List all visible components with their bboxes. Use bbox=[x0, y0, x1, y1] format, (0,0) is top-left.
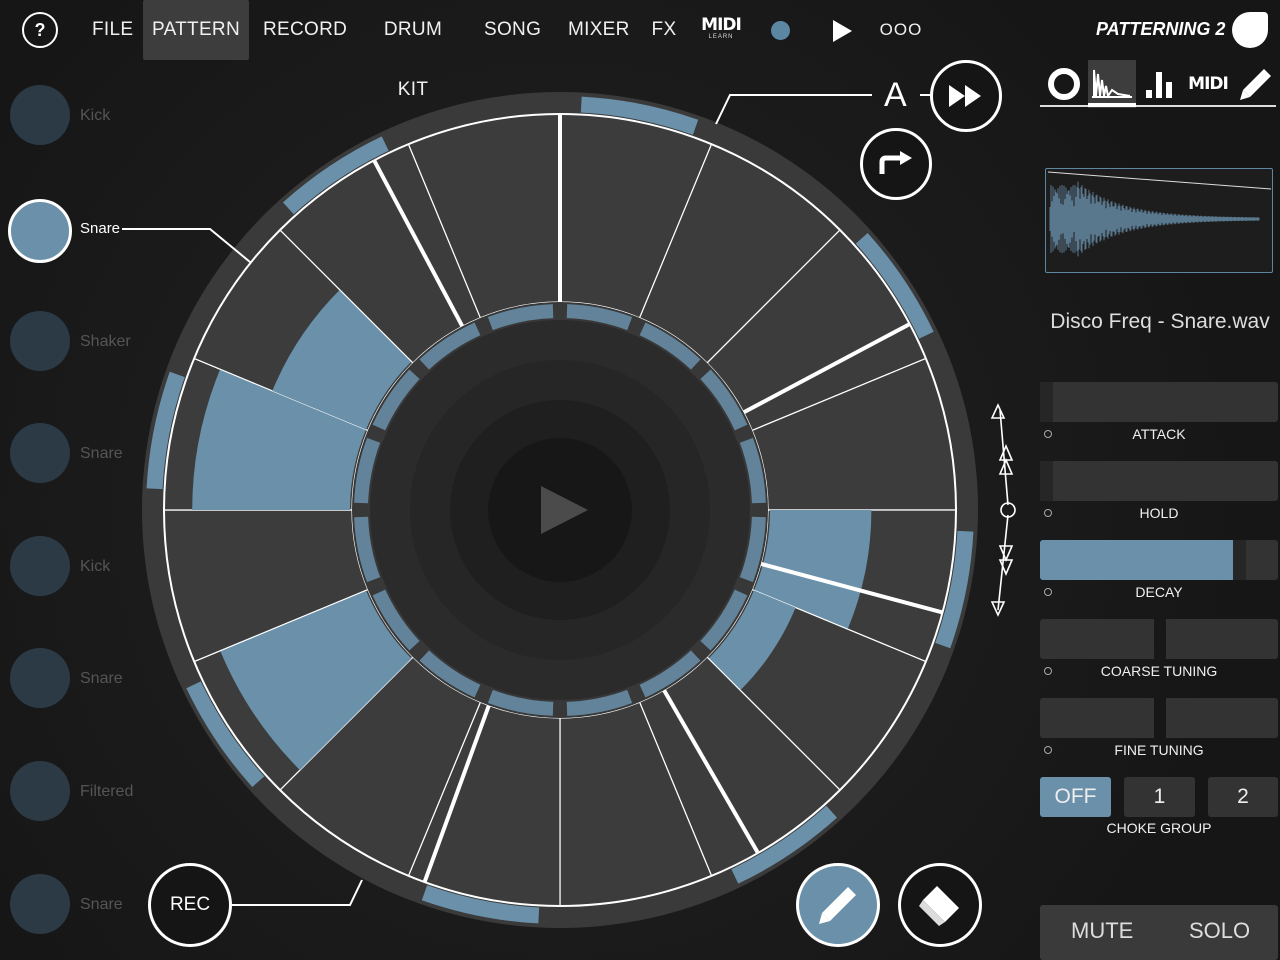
track-label[interactable]: Snare bbox=[80, 220, 120, 237]
track-label[interactable]: Kick bbox=[80, 107, 110, 125]
tab-divider bbox=[1040, 105, 1276, 107]
erase-tool-button[interactable] bbox=[898, 863, 982, 947]
coarse-tuning-down[interactable] bbox=[1040, 619, 1154, 659]
bars-icon bbox=[1146, 72, 1172, 98]
rec-callout bbox=[232, 879, 363, 906]
sample-name[interactable]: Disco Freq - Snare.wav bbox=[1040, 310, 1280, 334]
attack-slider-thumb[interactable] bbox=[1040, 382, 1053, 422]
decay-slider-thumb[interactable] bbox=[1232, 540, 1246, 580]
pattern-letter[interactable]: A bbox=[884, 76, 907, 115]
fine-tuning-down[interactable] bbox=[1040, 698, 1154, 738]
rec-button[interactable]: REC bbox=[148, 863, 232, 947]
sample-waveform[interactable] bbox=[1045, 168, 1273, 273]
app-brand: PATTERNING 2 bbox=[1096, 19, 1226, 39]
track-label[interactable]: Shaker bbox=[80, 333, 131, 351]
hold-slider-thumb[interactable] bbox=[1040, 461, 1053, 501]
track-label[interactable]: Filtered bbox=[80, 783, 133, 801]
choke-1-button[interactable]: 1 bbox=[1124, 777, 1195, 817]
track-label[interactable]: Snare bbox=[80, 445, 123, 463]
track-pad[interactable] bbox=[10, 423, 70, 483]
tab-sample[interactable] bbox=[1088, 60, 1136, 108]
pencil-icon bbox=[819, 887, 856, 924]
tab-edit[interactable] bbox=[1232, 60, 1280, 108]
app-root: ? FILE PATTERN RECORD DRUM KIT SONG MIXE… bbox=[0, 0, 1280, 960]
mute-button[interactable]: MUTE bbox=[1071, 918, 1133, 944]
draw-tool-button[interactable] bbox=[796, 863, 880, 947]
shift-arrows[interactable] bbox=[990, 403, 1016, 617]
coarse-tuning-up[interactable] bbox=[1166, 619, 1278, 659]
fine-tuning-label: FINE TUNING bbox=[1114, 742, 1204, 758]
hold-label: HOLD bbox=[1139, 505, 1179, 521]
pencil-icon bbox=[1240, 69, 1271, 100]
track-pad[interactable] bbox=[10, 761, 70, 821]
fast-forward-icon bbox=[949, 85, 981, 107]
next-pattern-button[interactable] bbox=[930, 60, 1002, 132]
tab-levels[interactable] bbox=[1136, 60, 1184, 108]
redo-arrow-icon bbox=[879, 151, 912, 174]
track-label[interactable]: Snare bbox=[80, 670, 123, 688]
tab-circle[interactable] bbox=[1040, 60, 1088, 108]
decay-label: DECAY bbox=[1135, 584, 1183, 600]
eraser-icon bbox=[919, 886, 959, 926]
coarse-tuning-label: COARSE TUNING bbox=[1100, 663, 1218, 679]
track-pad[interactable] bbox=[8, 199, 72, 263]
choke-off-button[interactable]: OFF bbox=[1040, 777, 1111, 817]
track-pad[interactable] bbox=[10, 311, 70, 371]
choke-group-label: CHOKE GROUP bbox=[1106, 820, 1212, 836]
attack-slider[interactable] bbox=[1040, 382, 1278, 422]
choke-2-button[interactable]: 2 bbox=[1208, 777, 1278, 817]
decay-slider-fill bbox=[1040, 540, 1233, 580]
track-label[interactable]: Snare bbox=[80, 896, 123, 914]
redo-button[interactable] bbox=[860, 128, 932, 200]
circle-icon bbox=[1048, 68, 1080, 100]
waveform-display bbox=[1047, 171, 1272, 257]
track-pad[interactable] bbox=[10, 85, 70, 145]
track-label[interactable]: Kick bbox=[80, 558, 110, 576]
attack-label: ATTACK bbox=[1132, 426, 1186, 442]
brand-logo-icon[interactable] bbox=[1232, 12, 1268, 48]
tab-active-indicator bbox=[1088, 103, 1136, 107]
track-pad[interactable] bbox=[10, 874, 70, 934]
track-pad[interactable] bbox=[10, 648, 70, 708]
hold-slider[interactable] bbox=[1040, 461, 1278, 501]
tab-midi[interactable]: MIDI bbox=[1184, 60, 1232, 108]
midi-icon: MIDI bbox=[1188, 74, 1229, 94]
decay-slider[interactable] bbox=[1040, 540, 1278, 580]
solo-button[interactable]: SOLO bbox=[1189, 918, 1250, 944]
pattern-callout bbox=[715, 94, 872, 125]
track-pad[interactable] bbox=[10, 536, 70, 596]
fine-tuning-up[interactable] bbox=[1166, 698, 1278, 738]
waveform-icon bbox=[1092, 69, 1132, 99]
coarse-tuning-slider[interactable] bbox=[1040, 619, 1278, 659]
fine-tuning-slider[interactable] bbox=[1040, 698, 1278, 738]
